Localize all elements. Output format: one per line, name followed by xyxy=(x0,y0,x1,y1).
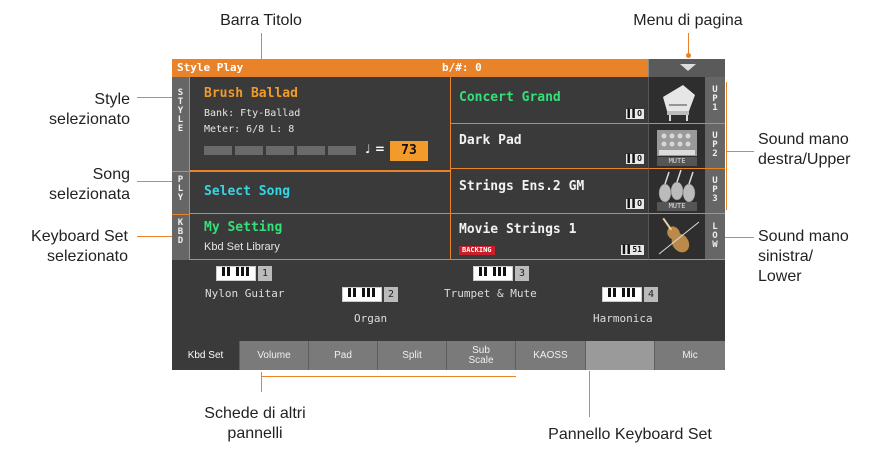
keyboard-number: 4 xyxy=(644,287,658,302)
sound-upper-1-name: Concert Grand xyxy=(459,90,561,105)
leader-line xyxy=(688,33,689,55)
leader-dot xyxy=(686,53,691,58)
leader-line xyxy=(589,371,590,417)
device-screen: Style Play b/#: 0 S T Y L E P L Y K B D … xyxy=(172,59,725,370)
tab-style[interactable]: S T Y L E xyxy=(172,77,190,171)
keyboard-icon xyxy=(342,287,382,302)
sound-upper-2-info: ▌▌O xyxy=(625,154,644,164)
violin-icon xyxy=(658,217,700,255)
tab-empty xyxy=(586,341,655,370)
tab-low[interactable]: L O W xyxy=(705,214,725,260)
sound-upper-2[interactable]: Dark Pad ▌▌O xyxy=(450,124,648,169)
sound-lower-name: Movie Strings 1 xyxy=(459,222,577,237)
panel-tabs: Kbd Set Volume Pad Split Sub Scale KAOSS… xyxy=(172,341,725,370)
keyboard-icon xyxy=(473,266,513,281)
page-menu-button[interactable] xyxy=(648,59,725,77)
tab-split[interactable]: Split xyxy=(378,341,447,370)
song-name: Select Song xyxy=(204,184,291,199)
tab-up3[interactable]: U P 3 xyxy=(705,169,725,214)
style-name: Brush Ballad xyxy=(204,86,298,101)
sound-upper-3-info: ▌▌O xyxy=(625,199,644,209)
mute-badge: MUTE xyxy=(657,202,697,211)
tab-sub-scale[interactable]: Sub Scale xyxy=(447,341,516,370)
callout-sound-upper: Sound mano destra/Upper xyxy=(758,131,851,168)
callout-schede-pannelli: Schede di altri pannelli xyxy=(204,405,306,442)
sound-upper-2-icon-cell[interactable]: MUTE xyxy=(648,124,705,169)
tempo-indicator-4 xyxy=(297,146,325,155)
sound-upper-1[interactable]: Concert Grand ▌▌O xyxy=(450,77,648,124)
leader-line xyxy=(261,376,516,377)
kbdset-panel[interactable]: My Setting Kbd Set Library xyxy=(190,214,450,260)
sound-lower-icon-cell[interactable] xyxy=(648,214,705,260)
kbdset-library: Kbd Set Library xyxy=(204,241,280,253)
mute-badge: MUTE xyxy=(657,157,697,166)
backing-badge: BACKING xyxy=(459,246,495,255)
callout-menu-pagina: Menu di pagina xyxy=(633,12,743,29)
tempo-indicator-3 xyxy=(266,146,294,155)
keyboard-2-name: Organ xyxy=(354,312,388,325)
keyboard-number: 1 xyxy=(258,266,272,281)
tempo-indicator-5 xyxy=(328,146,356,155)
tab-volume[interactable]: Volume xyxy=(240,341,309,370)
sound-upper-1-info: ▌▌O xyxy=(625,109,644,119)
sound-lower-info: ▌▌51 xyxy=(620,245,644,255)
tab-pad[interactable]: Pad xyxy=(309,341,378,370)
song-panel[interactable]: Select Song xyxy=(190,171,450,214)
leader-line xyxy=(261,372,262,392)
kbdset-lower-panel: 1 Nylon Guitar 2 Organ 3 Trumpet & Mute … xyxy=(172,260,725,341)
callout-style-selezionato: Style selezionato xyxy=(49,91,130,128)
tempo-value[interactable]: 73 xyxy=(390,141,428,161)
sound-upper-1-icon-cell[interactable] xyxy=(648,77,705,124)
keyboard-icon xyxy=(602,287,642,302)
callout-barra-titolo: Barra Titolo xyxy=(220,12,302,29)
sound-upper-3-name: Strings Ens.2 GM xyxy=(459,179,585,194)
keyboard-number: 2 xyxy=(384,287,398,302)
callout-pannello-kbdset: Pannello Keyboard Set xyxy=(548,426,712,443)
tab-kbd[interactable]: K B D xyxy=(172,214,190,260)
keyboard-4-name: Harmonica xyxy=(593,312,653,325)
style-meter: Meter: 6/8 L: 8 xyxy=(204,124,295,135)
tempo-indicator-2 xyxy=(235,146,263,155)
sound-upper-2-name: Dark Pad xyxy=(459,133,522,148)
tab-kaoss[interactable]: KAOSS xyxy=(516,341,586,370)
sound-lower[interactable]: Movie Strings 1 BACKING ▌▌51 xyxy=(450,214,648,260)
style-bank: Bank: Fty-Ballad xyxy=(204,108,301,119)
kbdset-name: My Setting xyxy=(204,220,283,235)
keyboard-3-name: Trumpet & Mute xyxy=(444,287,537,300)
keyboard-number: 3 xyxy=(515,266,529,281)
mode-title: Style Play xyxy=(177,61,244,74)
tempo-indicator-1 xyxy=(204,146,232,155)
tab-mic[interactable]: Mic xyxy=(655,341,725,370)
tab-play[interactable]: P L Y xyxy=(172,171,190,214)
tab-up2[interactable]: U P 2 xyxy=(705,124,725,169)
title-bar[interactable]: Style Play b/#: 0 xyxy=(172,59,648,77)
sound-upper-3-icon-cell[interactable]: MUTE xyxy=(648,169,705,214)
leader-line xyxy=(726,82,727,210)
leader-line xyxy=(261,33,262,59)
tempo-symbol: ♩ = xyxy=(365,142,385,156)
keyboard-1-name: Nylon Guitar xyxy=(205,287,285,300)
chevron-down-icon xyxy=(680,64,696,71)
callout-sound-lower: Sound mano sinistra/Lower xyxy=(758,228,849,285)
strings-icon xyxy=(658,169,696,203)
synth-pad-icon xyxy=(657,130,697,156)
sound-upper-3[interactable]: Strings Ens.2 GM ▌▌O xyxy=(450,169,648,214)
keyboard-icon xyxy=(216,266,256,281)
callout-kbdset-selezionato: Keyboard Set selezionato xyxy=(31,228,128,265)
tab-up1[interactable]: U P 1 xyxy=(705,77,725,124)
tab-kbd-set[interactable]: Kbd Set xyxy=(172,341,240,370)
callout-song-selezionata: Song selezionata xyxy=(49,166,130,203)
piano-icon xyxy=(663,85,695,121)
transpose-readout: b/#: 0 xyxy=(442,61,482,74)
leader-line xyxy=(726,151,754,152)
